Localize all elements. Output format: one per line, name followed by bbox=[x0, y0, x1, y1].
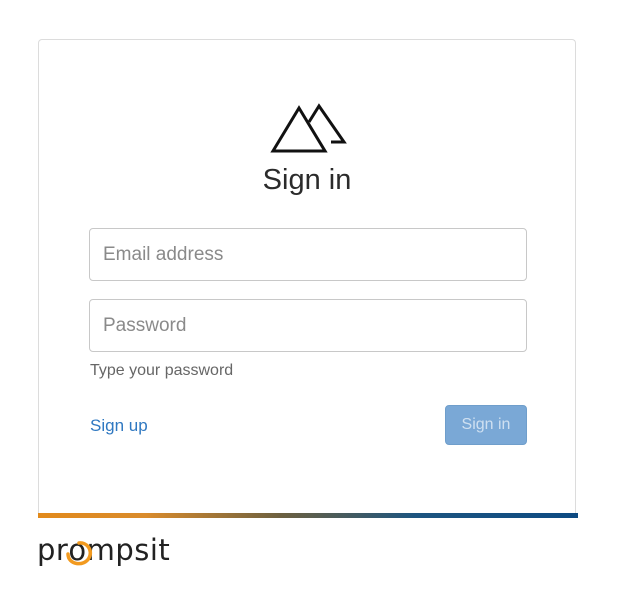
sign-in-button[interactable]: Sign in bbox=[445, 405, 527, 445]
password-hint: Type your password bbox=[90, 362, 234, 379]
brand-logo: pro mpsit bbox=[37, 532, 170, 568]
password-field[interactable] bbox=[89, 299, 527, 352]
brand-o-wrap: o bbox=[66, 532, 93, 568]
brand-text-o: o bbox=[68, 533, 87, 567]
brand-text-suffix: mpsit bbox=[86, 533, 171, 567]
footer-gradient-bar bbox=[38, 513, 578, 518]
brand-text-prefix: pr bbox=[37, 533, 69, 567]
sign-up-link[interactable]: Sign up bbox=[90, 416, 148, 436]
mountains-icon bbox=[270, 103, 347, 153]
email-field[interactable] bbox=[89, 228, 527, 281]
page-title: Sign in bbox=[262, 164, 352, 196]
sign-in-card: Sign in Type your password Sign up Sign … bbox=[38, 39, 576, 514]
